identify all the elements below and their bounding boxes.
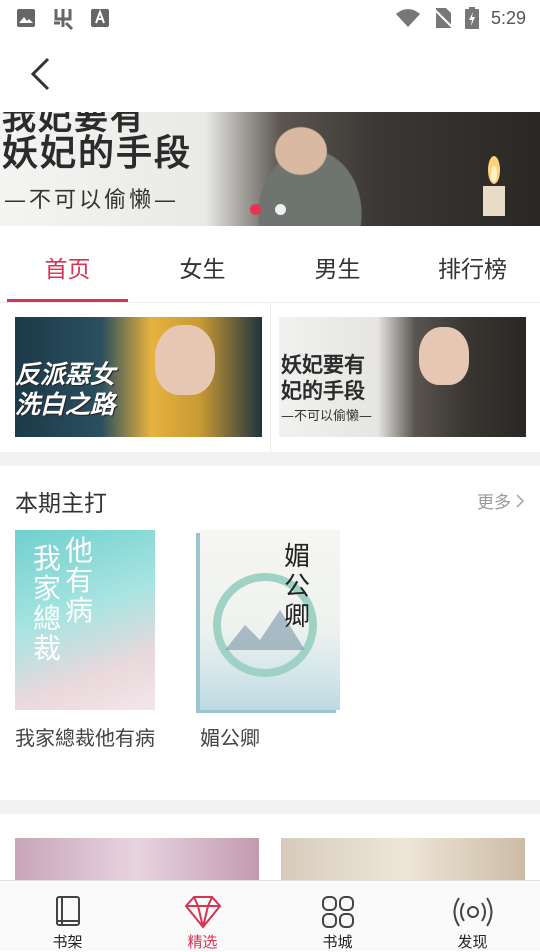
tab-female[interactable]: 女生: [135, 226, 270, 302]
bug-icon: [50, 5, 76, 31]
banner-carousel[interactable]: 我妃要有 妖妃的手段 —不可以偷懒—: [0, 112, 540, 226]
book-icon: [54, 895, 82, 929]
app-bar: [0, 36, 540, 112]
carousel-dot-2[interactable]: [275, 204, 286, 215]
section-title: 本期主打: [15, 491, 107, 517]
nav-label: 书架: [52, 933, 83, 951]
chevron-right-icon: [515, 493, 525, 508]
nav-label: 发现: [457, 933, 488, 951]
candle-icon: [474, 152, 514, 222]
nav-featured[interactable]: 精选: [135, 881, 270, 951]
banner-figure: [220, 112, 400, 226]
promo-card[interactable]: [15, 838, 259, 884]
no-sim-icon: [433, 7, 453, 29]
nav-bookstore[interactable]: 书城: [270, 881, 405, 951]
nav-label: 精选: [187, 933, 218, 951]
nav-discover[interactable]: 发现: [405, 881, 540, 951]
carousel-dot-1[interactable]: [250, 204, 261, 215]
battery-charging-icon: [464, 7, 479, 29]
promo-right-line2: 妃的手段: [281, 378, 365, 403]
book-cover[interactable]: 我家總裁 他有病: [15, 530, 155, 710]
book-card[interactable]: 我家總裁 他有病 我家總裁他有病: [15, 530, 155, 750]
image-icon: [16, 8, 36, 28]
banner-subtitle: —不可以偷懒—: [4, 188, 180, 213]
promo-left-line2: 洗白之路: [15, 390, 116, 419]
broadcast-icon: [453, 895, 493, 929]
book-title[interactable]: 我家總裁他有病: [15, 726, 155, 750]
book-title[interactable]: 媚公卿: [200, 726, 340, 750]
nav-label: 书城: [322, 933, 353, 951]
book-cover[interactable]: 媚公卿: [200, 530, 340, 710]
font-icon: [90, 8, 110, 28]
tab-male[interactable]: 男生: [270, 226, 405, 302]
more-label: 更多: [477, 493, 511, 513]
promo-portrait: [155, 325, 215, 395]
wifi-icon: [395, 8, 421, 28]
cover-title: 我家總裁: [33, 542, 62, 665]
next-section: [0, 814, 540, 884]
carousel-dots: [250, 204, 286, 215]
promo-portrait: [419, 327, 469, 385]
promo-right-line3: —不可以偷懒—: [281, 409, 373, 424]
banner-title: 妖妃的手段: [2, 132, 193, 174]
back-button[interactable]: [18, 52, 62, 96]
tab-home[interactable]: 首页: [0, 226, 135, 302]
more-link[interactable]: 更多: [477, 488, 525, 513]
bottom-nav: 书架 精选 书城 发现: [0, 880, 540, 951]
status-time: 5:29: [490, 7, 526, 28]
nav-bookshelf[interactable]: 书架: [0, 881, 135, 951]
cover-title: 媚公卿: [284, 542, 311, 632]
section-separator: [0, 800, 540, 814]
promo-card-consort[interactable]: 妖妃要有 妃的手段 —不可以偷懒—: [279, 317, 526, 437]
promo-card[interactable]: [281, 838, 525, 884]
tab-ranking[interactable]: 排行榜: [405, 226, 540, 302]
section-separator: [0, 452, 540, 466]
promo-row: 反派惡女 洗白之路 妖妃要有 妃的手段 —不可以偷懒—: [0, 302, 540, 452]
diamond-icon: [184, 895, 222, 929]
grid-icon: [321, 895, 355, 929]
featured-section: 本期主打 更多 我家總裁 他有病 我家總裁他有病 媚公卿 媚公卿: [0, 466, 540, 800]
promo-card-villain[interactable]: 反派惡女 洗白之路: [15, 317, 262, 437]
cover-title: 他有病: [65, 534, 94, 627]
book-card[interactable]: 媚公卿 媚公卿: [200, 530, 340, 750]
category-tabs: 首页 女生 男生 排行榜: [0, 226, 540, 303]
back-arrow-icon: [28, 56, 52, 92]
divider: [270, 302, 271, 452]
status-bar: 5:29: [0, 0, 540, 36]
